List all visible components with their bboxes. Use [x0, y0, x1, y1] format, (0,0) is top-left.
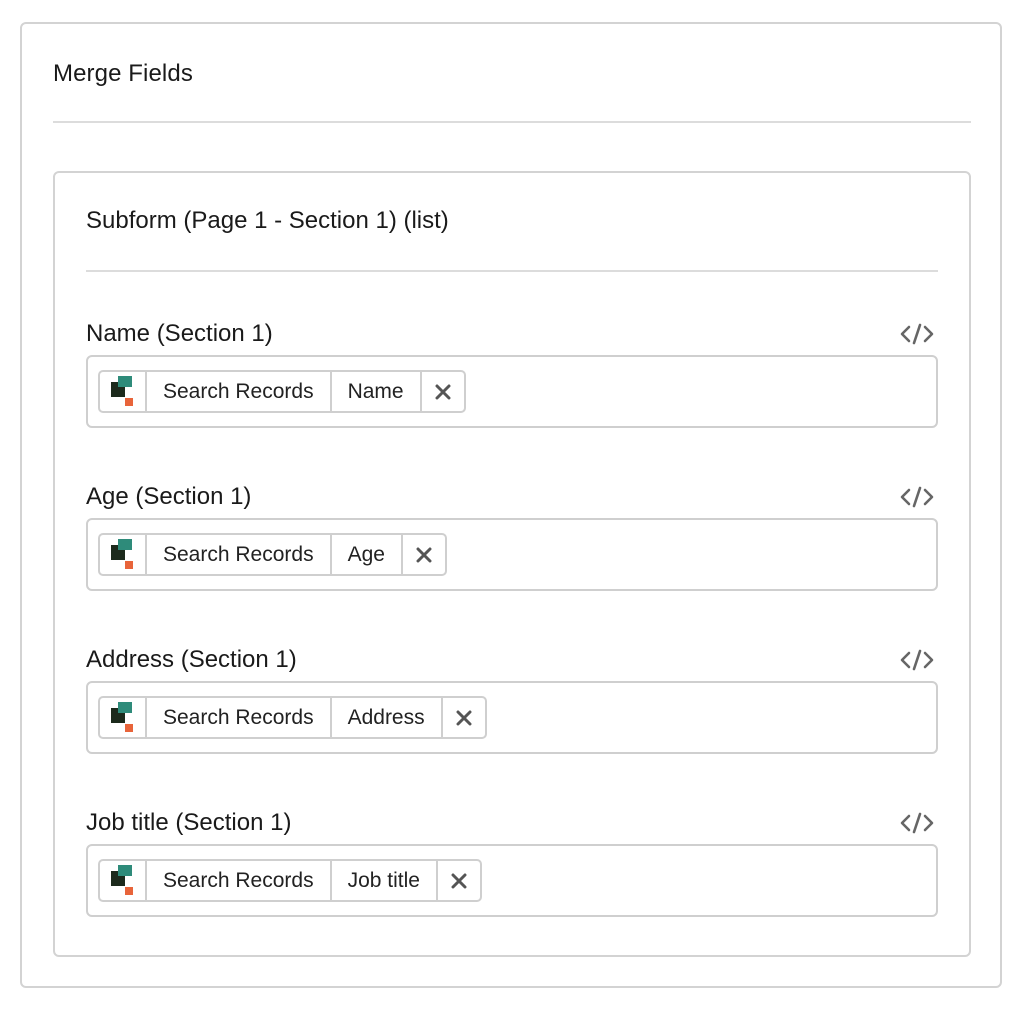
code-icon[interactable]	[900, 322, 934, 346]
field-label: Name (Section 1)	[86, 320, 273, 347]
token-value: Job title	[332, 861, 438, 900]
merge-field-address: Address (Section 1) Search Records Addre…	[86, 646, 938, 756]
subform-divider	[86, 270, 938, 272]
app-logo-icon	[100, 698, 147, 737]
token-value: Name	[332, 372, 422, 411]
token-source: Search Records	[147, 698, 332, 737]
close-icon[interactable]	[403, 535, 445, 574]
field-token[interactable]: Search Records Name	[98, 370, 466, 413]
merge-field-job-title: Job title (Section 1) Search Records Job…	[86, 809, 938, 919]
subform-title: Subform (Page 1 - Section 1) (list)	[86, 207, 449, 234]
app-logo-icon	[100, 372, 147, 411]
token-source: Search Records	[147, 861, 332, 900]
panel-divider	[53, 121, 971, 123]
merge-field-age: Age (Section 1) Search Records Age	[86, 483, 938, 593]
token-value: Age	[332, 535, 403, 574]
merge-fields-panel: Merge Fields Subform (Page 1 - Section 1…	[20, 22, 1002, 988]
close-icon[interactable]	[443, 698, 485, 737]
merge-field-input[interactable]: Search Records Job title	[86, 844, 938, 917]
token-value: Address	[332, 698, 443, 737]
app-logo-icon	[100, 861, 147, 900]
field-token[interactable]: Search Records Address	[98, 696, 487, 739]
token-source: Search Records	[147, 372, 332, 411]
code-icon[interactable]	[900, 648, 934, 672]
subform-panel: Subform (Page 1 - Section 1) (list) Name…	[53, 171, 971, 957]
panel-title: Merge Fields	[53, 60, 193, 87]
field-token[interactable]: Search Records Age	[98, 533, 447, 576]
close-icon[interactable]	[438, 861, 480, 900]
merge-field-input[interactable]: Search Records Address	[86, 681, 938, 754]
app-logo-icon	[100, 535, 147, 574]
merge-field-input[interactable]: Search Records Age	[86, 518, 938, 591]
code-icon[interactable]	[900, 811, 934, 835]
merge-field-name: Name (Section 1) Search Records Name	[86, 320, 938, 430]
code-icon[interactable]	[900, 485, 934, 509]
token-source: Search Records	[147, 535, 332, 574]
close-icon[interactable]	[422, 372, 464, 411]
field-label: Job title (Section 1)	[86, 809, 292, 836]
merge-field-input[interactable]: Search Records Name	[86, 355, 938, 428]
field-label: Age (Section 1)	[86, 483, 252, 510]
field-token[interactable]: Search Records Job title	[98, 859, 482, 902]
field-label: Address (Section 1)	[86, 646, 297, 673]
